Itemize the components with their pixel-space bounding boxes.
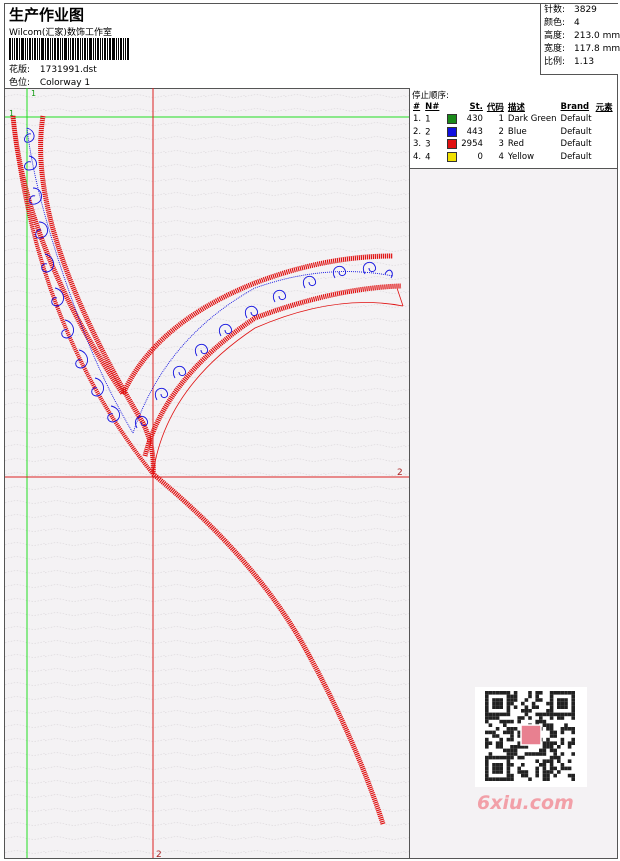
colorway-value: Colorway 1 bbox=[39, 78, 91, 88]
embroidery-preview: 1 1 2 2 bbox=[5, 88, 409, 858]
col-element: 元素 bbox=[595, 103, 613, 113]
design-canvas: 1 1 2 2 bbox=[5, 88, 410, 858]
stop-sequence-title: 停止顺序: bbox=[412, 91, 449, 101]
stat-height: 高度: 213.0 mm bbox=[544, 31, 620, 41]
table-header-row: # N# St. 代码 描述 Brand 元素 bbox=[411, 101, 615, 113]
stat-colors: 颜色: 4 bbox=[544, 18, 580, 28]
design-stats-panel: 针数: 3829 颜色: 4 高度: 213.0 mm 宽度: 117.8 mm 比例:… bbox=[540, 4, 620, 75]
watermark-site: 6xiu.com bbox=[477, 792, 574, 814]
barcode-image bbox=[9, 38, 145, 60]
sheet-header: 生产作业图 Wilcom(汇家)数饰工作室 花版: 1731991.dst 色位… bbox=[5, 4, 620, 89]
background-texture bbox=[5, 88, 409, 858]
table-row: 3. 3 2954 3 Red Default bbox=[413, 139, 592, 150]
qr-code-icon bbox=[485, 691, 575, 781]
color-swatch-red-icon bbox=[447, 139, 458, 149]
company-name: Wilcom(汇家)数饰工作室 bbox=[9, 28, 112, 38]
page-title: 生产作业图 bbox=[9, 6, 85, 24]
col-description: 描述 bbox=[507, 103, 525, 113]
col-stitches: St. bbox=[469, 102, 483, 112]
col-brand: Brand bbox=[560, 102, 590, 112]
colorway-line: 色位: Colorway 1 bbox=[9, 75, 90, 88]
col-code: 代码 bbox=[486, 103, 504, 113]
col-index: # bbox=[413, 102, 421, 112]
color-swatch-blue-icon bbox=[447, 126, 458, 137]
guide-label-green-top: 1 bbox=[31, 89, 36, 98]
production-sheet: 生产作业图 Wilcom(汇家)数饰工作室 花版: 1731991.dst 色位… bbox=[4, 3, 620, 859]
table-row: 2. 2 443 2 Blue Default bbox=[413, 126, 592, 137]
stop-sequence-table: # N# St. 代码 描述 Brand 元素 1. 1 430 1 Dark … bbox=[411, 101, 615, 163]
table-row: 1. 1 430 1 Dark Green Default bbox=[413, 114, 592, 125]
guide-label-red-bottom: 2 bbox=[156, 850, 162, 858]
guide-label-red-right: 2 bbox=[397, 468, 403, 478]
stat-scale: 比例: 1.13 bbox=[544, 57, 595, 67]
stat-width: 宽度: 117.8 mm bbox=[544, 44, 620, 54]
color-swatch-green-icon bbox=[447, 114, 458, 124]
stop-sequence-panel: 停止顺序: # N# St. 代码 描述 Brand 元素 1. 1 430 1… bbox=[410, 88, 617, 169]
colorway-label: 色位: bbox=[9, 78, 31, 88]
design-file-line: 花版: 1731991.dst bbox=[9, 62, 97, 75]
design-label: 花版: bbox=[9, 65, 31, 75]
col-number: N# bbox=[425, 102, 440, 112]
design-value: 1731991.dst bbox=[39, 65, 97, 75]
table-row: 4. 4 0 4 Yellow Default bbox=[413, 151, 592, 162]
qr-code-image bbox=[475, 687, 587, 787]
color-swatch-yellow-icon bbox=[447, 151, 458, 162]
stat-stitches: 针数: 3829 bbox=[544, 5, 597, 15]
